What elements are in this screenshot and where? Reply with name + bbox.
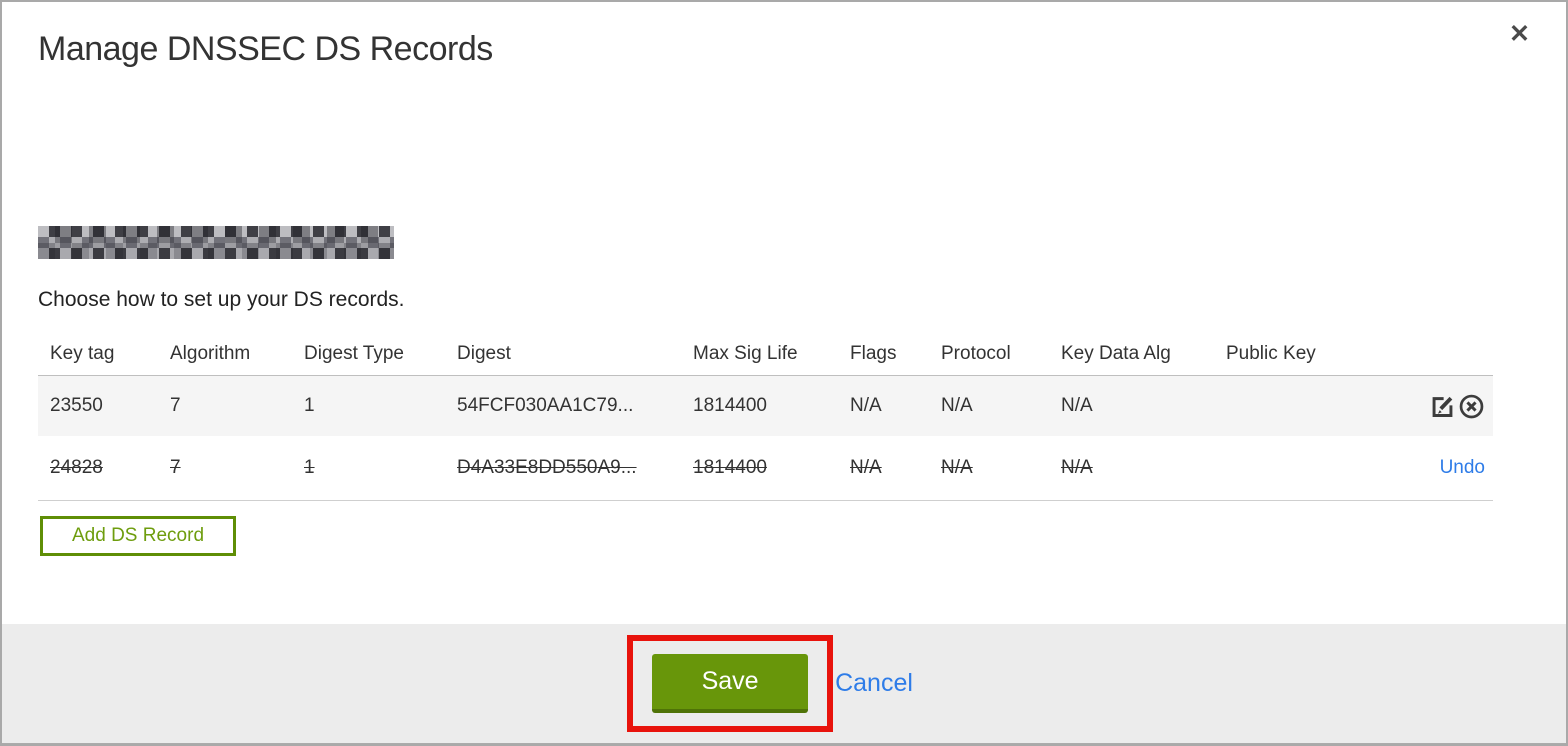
cell-digest: D4A33E8DD550A9... <box>457 457 637 478</box>
cell-flags: N/A <box>850 457 882 478</box>
col-header-algorithm: Algorithm <box>170 342 251 364</box>
cell-protocol: N/A <box>941 457 973 478</box>
col-header-key-data-alg: Key Data Alg <box>1061 342 1171 364</box>
instruction-text: Choose how to set up your DS records. <box>38 288 405 311</box>
col-header-digest: Digest <box>457 342 511 364</box>
table-row-marked-for-deletion: 24828 7 1 D4A33E8DD550A9... 1814400 N/A … <box>38 436 1493 501</box>
cell-flags: N/A <box>850 395 882 416</box>
cell-digest-type: 1 <box>304 457 315 478</box>
dnssec-modal: Manage DNSSEC DS Records ✕ Choose how to… <box>0 0 1568 746</box>
col-header-key-tag: Key tag <box>50 342 115 364</box>
col-header-digest-type: Digest Type <box>304 342 404 364</box>
cell-digest: 54FCF030AA1C79... <box>457 395 634 416</box>
col-header-public-key: Public Key <box>1226 342 1316 364</box>
annotation-highlight-box: Save <box>627 635 834 732</box>
col-header-max-sig-life: Max Sig Life <box>693 342 798 364</box>
page-title: Manage DNSSEC DS Records <box>38 30 493 68</box>
save-button[interactable]: Save <box>652 654 809 713</box>
row-actions: Undo <box>1390 457 1493 479</box>
col-header-protocol: Protocol <box>941 342 1011 364</box>
cell-digest-type: 1 <box>304 395 315 416</box>
cell-key-data-alg: N/A <box>1061 395 1093 416</box>
cell-max-sig-life: 1814400 <box>693 395 767 416</box>
cell-protocol: N/A <box>941 395 973 416</box>
ds-records-table: Key tag Algorithm Digest Type Digest Max… <box>38 332 1493 501</box>
redacted-domain-name <box>38 226 394 259</box>
cell-key-tag: 24828 <box>50 457 103 478</box>
row-actions <box>1390 393 1493 420</box>
cell-max-sig-life: 1814400 <box>693 457 767 478</box>
cell-key-tag: 23550 <box>50 395 103 416</box>
cell-algorithm: 7 <box>170 395 181 416</box>
table-header-row: Key tag Algorithm Digest Type Digest Max… <box>38 332 1493 376</box>
cell-key-data-alg: N/A <box>1061 457 1093 478</box>
close-icon[interactable]: ✕ <box>1509 22 1530 47</box>
undo-link[interactable]: Undo <box>1440 457 1485 479</box>
col-header-flags: Flags <box>850 342 897 364</box>
cancel-link[interactable]: Cancel <box>835 669 913 698</box>
modal-footer: Save Cancel <box>2 624 1566 743</box>
add-ds-record-button[interactable]: Add DS Record <box>40 516 237 556</box>
edit-icon[interactable] <box>1429 393 1456 420</box>
cell-algorithm: 7 <box>170 457 181 478</box>
delete-icon[interactable] <box>1458 393 1485 420</box>
table-row-active: 23550 7 1 54FCF030AA1C79... 1814400 N/A … <box>38 376 1493 436</box>
